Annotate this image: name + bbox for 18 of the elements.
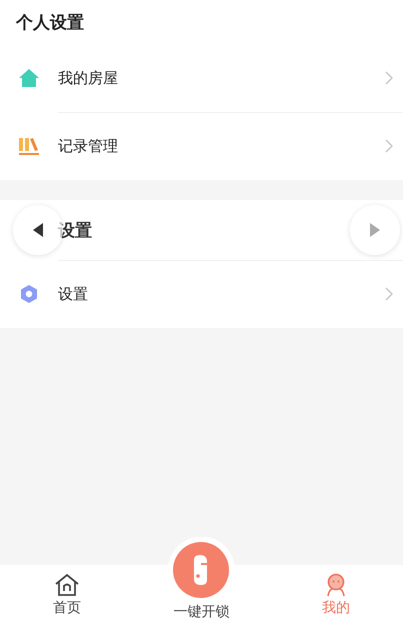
row-label: 记录管理 [58,136,119,156]
row-label: 我的房屋 [58,68,119,88]
left-triangle-icon [31,222,45,238]
row-label: 设置 [58,284,89,304]
tab[interactable]: 首页 [0,565,134,625]
settings-row[interactable]: 记录管理 [0,112,403,180]
chevron-icon [385,287,393,301]
home-icon [54,573,80,597]
right-triangle-icon [368,222,382,238]
section-title: 个人设置 [16,12,84,34]
chevron-icon [385,71,393,85]
house-icon [18,68,40,88]
books-icon [18,136,40,156]
settings-row[interactable]: 我的房屋 [0,44,403,112]
settings-row[interactable]: 设置 [0,260,403,328]
gear-icon [18,284,40,304]
chevron-icon [385,139,393,153]
section-title: 设置 [58,220,92,242]
